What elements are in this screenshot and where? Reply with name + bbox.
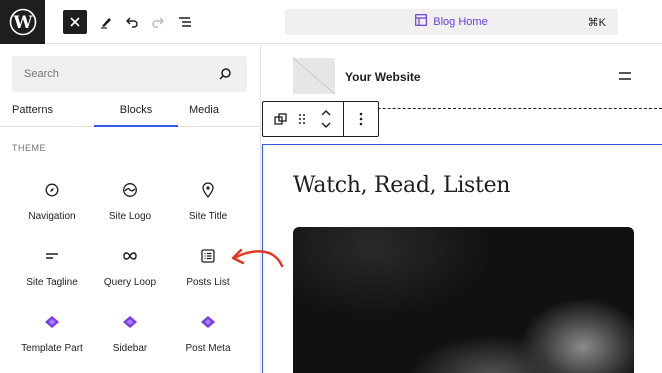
site-logo-placeholder[interactable] <box>293 58 335 94</box>
pen-icon[interactable] <box>94 10 118 34</box>
block-label: Template Part <box>21 343 83 354</box>
transform-icon[interactable] <box>269 102 291 136</box>
annotation-arrow-icon <box>231 248 284 268</box>
command-palette-button[interactable]: Blog Home ⌘K <box>285 9 618 35</box>
more-options-icon[interactable] <box>349 102 373 136</box>
layout-icon <box>415 13 428 31</box>
block-label: Site Logo <box>108 211 152 222</box>
block-label: Sidebar <box>112 343 148 354</box>
move-up-down-icon[interactable] <box>315 102 337 136</box>
redo-icon[interactable] <box>146 10 170 34</box>
list-view-icon[interactable] <box>173 10 197 34</box>
block-navigation[interactable]: Navigation <box>13 180 91 236</box>
block-label: Navigation <box>28 211 76 222</box>
template-part-icon <box>198 312 218 332</box>
template-part-icon <box>42 312 62 332</box>
undo-icon[interactable] <box>120 10 144 34</box>
command-shortcut: ⌘K <box>587 17 606 29</box>
wordpress-logo-icon[interactable]: W <box>0 0 45 44</box>
block-label: Query Loop <box>103 277 157 288</box>
block-post-meta[interactable]: Post Meta <box>169 312 247 368</box>
block-label: Site Title <box>188 211 228 222</box>
editor-canvas: Your Website Watch, Read, Listen <box>262 45 662 373</box>
selected-block-outline <box>262 144 662 145</box>
block-label: Posts List <box>186 277 230 288</box>
site-logo-icon <box>120 180 140 200</box>
editor-top-bar: W Blog Home ⌘K <box>0 0 662 44</box>
search-icon <box>219 68 231 80</box>
block-site-tagline[interactable]: Site Tagline <box>13 246 91 302</box>
drag-handle-icon[interactable] <box>293 102 311 136</box>
tab-media[interactable]: Media <box>178 104 230 127</box>
template-part-icon <box>120 312 140 332</box>
block-inserter-sidebar: Search Patterns Blocks Media THEME Navig… <box>0 45 261 373</box>
block-query-loop[interactable]: Query Loop <box>91 246 169 302</box>
search-input[interactable]: Search <box>12 56 247 92</box>
block-label: Post Meta <box>185 343 231 354</box>
posts-list-icon <box>198 246 218 266</box>
page-heading[interactable]: Watch, Read, Listen <box>293 173 510 198</box>
svg-text:W: W <box>12 13 33 33</box>
tagline-icon <box>42 246 62 266</box>
block-toolbar <box>262 101 379 137</box>
section-title: THEME <box>12 143 46 153</box>
toolbar-separator <box>343 102 344 136</box>
navigation-icon <box>42 180 62 200</box>
close-icon[interactable] <box>63 10 87 34</box>
command-title: Blog Home <box>433 16 488 28</box>
block-label: Site Tagline <box>26 277 78 288</box>
block-site-logo[interactable]: Site Logo <box>91 180 169 236</box>
inserter-tabs: Patterns Blocks Media <box>0 99 260 127</box>
block-sidebar[interactable]: Sidebar <box>91 312 169 368</box>
menu-icon[interactable] <box>618 71 632 81</box>
site-title[interactable]: Your Website <box>345 70 421 84</box>
tab-blocks[interactable]: Blocks <box>94 104 178 127</box>
featured-image[interactable] <box>293 227 634 373</box>
map-marker-icon <box>198 180 218 200</box>
block-template-part[interactable]: Template Part <box>13 312 91 368</box>
search-placeholder: Search <box>24 68 59 80</box>
block-site-title[interactable]: Site Title <box>169 180 247 236</box>
tab-patterns[interactable]: Patterns <box>12 104 53 127</box>
loop-icon <box>120 246 140 266</box>
